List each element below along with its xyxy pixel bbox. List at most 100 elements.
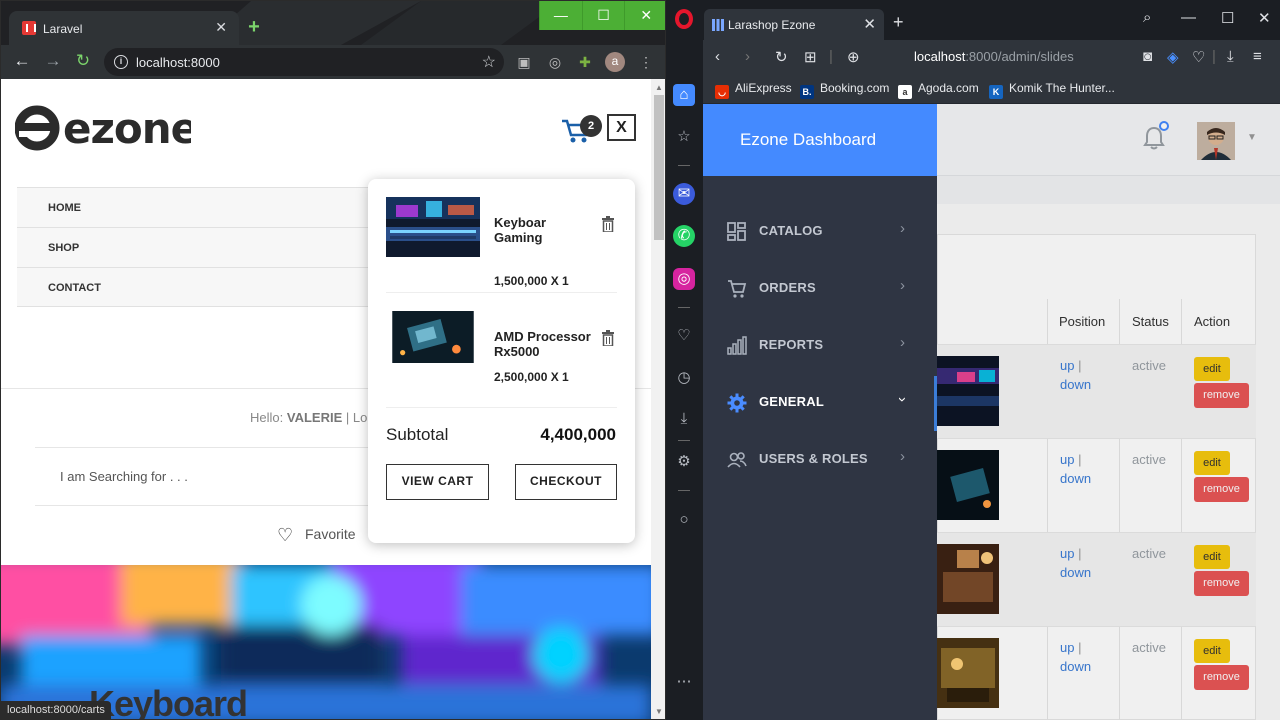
- settings-gear-icon[interactable]: ⚙: [673, 451, 695, 473]
- menu-item-users-roles[interactable]: USERS & ROLES ›: [703, 431, 937, 488]
- hello-username[interactable]: VALERIE: [287, 410, 342, 425]
- nav-shop[interactable]: SHOP: [17, 227, 377, 267]
- move-up-link[interactable]: up: [1060, 640, 1074, 655]
- back-arrow-icon[interactable]: ←: [12, 51, 32, 71]
- user-menu-chevron-icon[interactable]: ▼: [1247, 132, 1257, 143]
- ezone-logo[interactable]: ezone: [15, 103, 191, 151]
- more-dots-icon[interactable]: ⋯: [673, 671, 695, 693]
- download-icon[interactable]: ⤓: [1227, 48, 1234, 65]
- globe-icon[interactable]: ⊕: [847, 48, 860, 66]
- close-window-button[interactable]: ✕: [624, 1, 665, 30]
- sidebar-scroll-indicator[interactable]: [934, 376, 937, 431]
- minimize-button[interactable]: —: [539, 1, 582, 30]
- address-bar[interactable]: localhost:8000/admin/slides: [914, 49, 1074, 64]
- search-icon[interactable]: ⌕: [1143, 9, 1151, 26]
- edit-button[interactable]: edit: [1194, 451, 1230, 475]
- close-tab-icon[interactable]: ✕: [215, 19, 227, 36]
- reload-icon[interactable]: ↻: [775, 48, 788, 66]
- new-tab-button[interactable]: +: [246, 17, 262, 37]
- scroll-down-icon[interactable]: ▼: [655, 707, 663, 716]
- forward-arrow-icon[interactable]: ›: [745, 48, 750, 65]
- scrollbar-thumb[interactable]: [654, 95, 664, 240]
- whatsapp-icon[interactable]: ✆: [673, 225, 695, 247]
- edit-button[interactable]: edit: [1194, 545, 1230, 569]
- tabs-grid-icon[interactable]: ⊞: [804, 48, 817, 66]
- scroll-up-icon[interactable]: ▲: [655, 83, 663, 92]
- remove-button[interactable]: remove: [1194, 383, 1249, 408]
- move-down-link[interactable]: down: [1060, 565, 1091, 580]
- bookmark-komik[interactable]: K Komik The Hunter...: [989, 81, 1115, 99]
- site-info-icon[interactable]: i: [114, 55, 128, 69]
- shield-icon[interactable]: ◈: [1167, 48, 1179, 66]
- slide-thumbnail[interactable]: [937, 356, 999, 426]
- history-clock-icon[interactable]: ◷: [673, 367, 695, 389]
- trash-icon[interactable]: [602, 330, 614, 346]
- move-down-link[interactable]: down: [1060, 659, 1091, 674]
- close-cart-button[interactable]: X: [607, 114, 636, 141]
- forward-arrow-icon[interactable]: →: [43, 51, 63, 71]
- dashboard-brand[interactable]: Ezone Dashboard: [703, 104, 937, 176]
- nav-contact[interactable]: CONTACT: [17, 267, 377, 307]
- bookmark-star-icon[interactable]: ☆: [482, 52, 496, 72]
- address-bar[interactable]: i localhost:8000 ☆: [104, 48, 504, 76]
- slide-thumbnail[interactable]: [937, 638, 999, 708]
- home-icon[interactable]: ⌂: [673, 84, 695, 106]
- reload-icon[interactable]: ↻: [73, 51, 93, 71]
- bookmark-agoda[interactable]: a Agoda.com: [898, 81, 979, 99]
- close-window-button[interactable]: ✕: [1258, 9, 1271, 27]
- checkout-button[interactable]: CHECKOUT: [515, 464, 617, 500]
- bookmark-aliexpress[interactable]: ◡ AliExpress: [715, 81, 792, 99]
- page-scrollbar[interactable]: ▲ ▼: [651, 79, 665, 719]
- edit-button[interactable]: edit: [1194, 357, 1230, 381]
- bookmark-booking[interactable]: B. Booking.com: [800, 81, 889, 99]
- remove-button[interactable]: remove: [1194, 571, 1249, 596]
- move-down-link[interactable]: down: [1060, 471, 1091, 486]
- extension-store-icon[interactable]: ▣: [515, 53, 533, 71]
- slide-thumbnail[interactable]: [937, 544, 999, 614]
- tab-larashop[interactable]: Larashop Ezone ✕: [704, 9, 884, 40]
- maximize-button[interactable]: ☐: [581, 1, 625, 30]
- back-arrow-icon[interactable]: ‹: [715, 48, 720, 65]
- remove-button[interactable]: remove: [1194, 477, 1249, 502]
- extensions-puzzle-icon[interactable]: ✚: [576, 53, 594, 71]
- move-up-link[interactable]: up: [1060, 358, 1074, 373]
- menu-item-orders[interactable]: ORDERS ›: [703, 260, 937, 317]
- trash-icon[interactable]: [602, 216, 614, 232]
- favorites-link[interactable]: ♡ Favorite: [277, 525, 356, 546]
- messenger-icon[interactable]: ✉: [673, 183, 695, 205]
- heart-icon[interactable]: ♡: [1192, 48, 1205, 66]
- cart-item-name[interactable]: AMD Processor Rx5000: [494, 329, 594, 359]
- profile-avatar[interactable]: a: [605, 52, 625, 72]
- nav-home[interactable]: HOME: [17, 187, 377, 227]
- keyboard-product-image[interactable]: [386, 197, 480, 257]
- menu-item-catalog[interactable]: CATALOG ›: [703, 203, 937, 260]
- remove-button[interactable]: remove: [1194, 665, 1249, 690]
- tab-laravel[interactable]: Laravel ✕: [9, 11, 239, 45]
- maximize-button[interactable]: ☐: [1221, 9, 1234, 27]
- speed-dial-icon[interactable]: ☆: [673, 126, 695, 148]
- lightbulb-icon[interactable]: ○: [673, 509, 695, 531]
- minimize-button[interactable]: —: [1181, 9, 1196, 26]
- menu-kebab-icon[interactable]: ⋮: [637, 53, 655, 71]
- instagram-icon[interactable]: ◎: [673, 268, 695, 290]
- view-cart-button[interactable]: VIEW CART: [386, 464, 489, 500]
- downloads-icon[interactable]: ⤓: [673, 408, 695, 430]
- move-up-link[interactable]: up: [1060, 546, 1074, 561]
- move-down-link[interactable]: down: [1060, 377, 1091, 392]
- menu-item-reports[interactable]: REPORTS ›: [703, 317, 937, 374]
- menu-item-general[interactable]: GENERAL ›: [703, 374, 937, 431]
- cart-item-name[interactable]: Keyboar Gaming: [494, 215, 594, 245]
- camera-icon[interactable]: ◙: [1143, 48, 1152, 65]
- close-tab-icon[interactable]: ✕: [863, 15, 876, 33]
- new-tab-button[interactable]: +: [893, 12, 904, 33]
- opera-logo-icon[interactable]: [675, 9, 693, 29]
- heart-icon[interactable]: ♡: [673, 325, 695, 347]
- slide-thumbnail[interactable]: [937, 450, 999, 520]
- processor-product-image[interactable]: [386, 311, 480, 363]
- user-avatar[interactable]: [1197, 122, 1235, 160]
- extension-bulb-icon[interactable]: ◎: [546, 53, 564, 71]
- menu-icon[interactable]: ≡: [1253, 48, 1262, 65]
- move-up-link[interactable]: up: [1060, 452, 1074, 467]
- edit-button[interactable]: edit: [1194, 639, 1230, 663]
- search-input[interactable]: I am Searching for . . .: [60, 469, 188, 484]
